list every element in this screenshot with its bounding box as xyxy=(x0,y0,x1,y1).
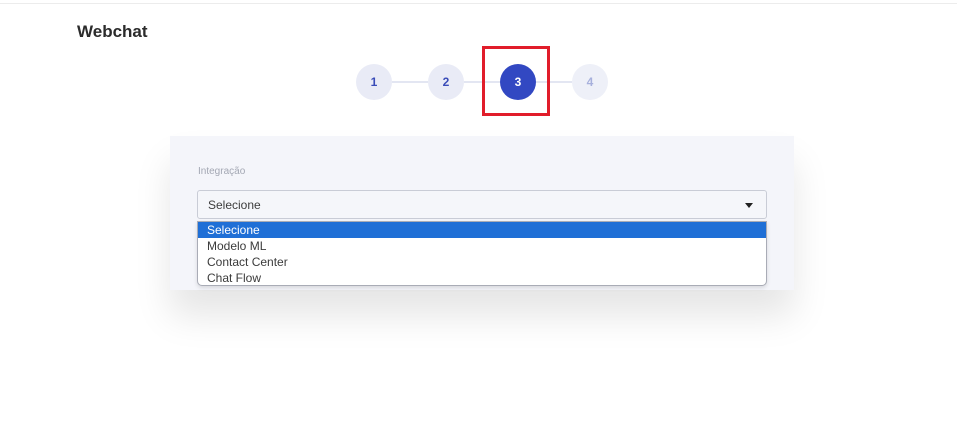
integration-dropdown-list: Selecione Modelo ML Contact Center Chat … xyxy=(197,221,767,286)
step-1[interactable]: 1 xyxy=(356,64,392,100)
caret-down-icon xyxy=(745,203,753,208)
top-divider xyxy=(0,3,957,4)
option-modelo-ml[interactable]: Modelo ML xyxy=(198,238,766,254)
integration-select-value: Selecione xyxy=(208,198,261,212)
step-4[interactable]: 4 xyxy=(572,64,608,100)
page-title: Webchat xyxy=(77,22,148,41)
option-selecione[interactable]: Selecione xyxy=(198,222,766,238)
option-chat-flow[interactable]: Chat Flow xyxy=(198,270,766,285)
step-2[interactable]: 2 xyxy=(428,64,464,100)
integration-label: Integração xyxy=(198,166,246,177)
integration-select[interactable]: Selecione xyxy=(197,190,767,219)
option-contact-center[interactable]: Contact Center xyxy=(198,254,766,270)
step-connector xyxy=(392,81,428,83)
step-highlight-box xyxy=(482,46,550,116)
